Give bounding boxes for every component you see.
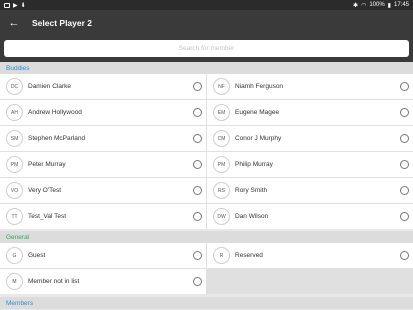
player-name: Dan Wilson — [235, 213, 269, 220]
list-item[interactable]: DW Dan Wilson — [207, 204, 413, 229]
section-header-buddies: Buddies — [0, 62, 413, 74]
list-item[interactable]: CM Conor J Murphy — [207, 126, 413, 151]
player-name: Guest — [28, 252, 46, 259]
empty-cell — [207, 269, 413, 294]
clock: 17:45 — [393, 2, 409, 8]
select-radio[interactable] — [193, 277, 202, 286]
select-radio[interactable] — [193, 212, 202, 221]
app-bar: ← Select Player 2 — [0, 10, 413, 36]
select-radio[interactable] — [400, 134, 409, 143]
back-button[interactable]: ← — [1, 10, 27, 36]
avatar: PM — [213, 156, 230, 173]
list-item[interactable]: R Reserved — [207, 243, 413, 268]
list-item[interactable]: M Member not in list — [0, 269, 206, 294]
buddies-list: DC Damien Clarke NF Niamh Ferguson AH An… — [0, 74, 413, 229]
player-name: Niamh Ferguson — [235, 83, 284, 90]
page-title: Select Player 2 — [32, 18, 93, 28]
avatar: EM — [213, 104, 230, 121]
search-bar: Search for member — [0, 36, 413, 62]
player-name: Andrew Hollywood — [28, 109, 82, 116]
select-radio[interactable] — [400, 251, 409, 260]
select-radio[interactable] — [193, 160, 202, 169]
avatar: NF — [213, 78, 230, 95]
avatar: VO — [6, 182, 23, 199]
list-item[interactable]: RS Rory Smith — [207, 178, 413, 203]
list-item[interactable]: DC Damien Clarke — [0, 74, 206, 99]
avatar: DC — [6, 78, 23, 95]
list-item[interactable]: AH Andrew Hollywood — [0, 100, 206, 125]
player-name: Member not in list — [28, 278, 80, 285]
list-item[interactable]: SM Stephen McParland — [0, 126, 206, 151]
player-name: Rory Smith — [235, 187, 268, 194]
select-radio[interactable] — [400, 82, 409, 91]
download-icon: ⬇ — [20, 2, 26, 9]
list-item[interactable]: VO Very O'Test — [0, 178, 206, 203]
select-radio[interactable] — [193, 251, 202, 260]
avatar: TT — [6, 208, 23, 225]
player-name: Eugene Magee — [235, 109, 280, 116]
list-item[interactable]: PM Philip Murray — [207, 152, 413, 177]
list-item[interactable]: EM Eugene Magee — [207, 100, 413, 125]
player-name: Peter Murray — [28, 161, 66, 168]
gallery-icon — [4, 2, 10, 8]
avatar: RS — [213, 182, 230, 199]
select-radio[interactable] — [193, 82, 202, 91]
player-name: Conor J Murphy — [235, 135, 282, 142]
avatar: PM — [6, 156, 23, 173]
player-name: Test_Val Test — [28, 213, 67, 220]
select-radio[interactable] — [400, 186, 409, 195]
select-radio[interactable] — [400, 160, 409, 169]
status-bar: ▶ ⬇ ✱ ◠ 100% ▮ 17:45 — [0, 0, 413, 10]
battery-text: 100% — [369, 2, 385, 8]
select-radio[interactable] — [193, 186, 202, 195]
player-name: Very O'Test — [28, 187, 62, 194]
select-radio[interactable] — [193, 134, 202, 143]
select-radio[interactable] — [400, 212, 409, 221]
section-header-members: Members — [0, 297, 413, 309]
arrow-left-icon: ← — [8, 17, 20, 29]
select-radio[interactable] — [193, 108, 202, 117]
player-name: Damien Clarke — [28, 83, 71, 90]
list-item[interactable]: TT Test_Val Test — [0, 204, 206, 229]
search-input[interactable]: Search for member — [4, 40, 409, 57]
avatar: CM — [213, 130, 230, 147]
list-item[interactable]: PM Peter Murray — [0, 152, 206, 177]
player-name: Reserved — [235, 252, 263, 259]
battery-icon: ▮ — [387, 2, 391, 9]
list-item[interactable]: NF Niamh Ferguson — [207, 74, 413, 99]
player-name: Stephen McParland — [28, 135, 86, 142]
section-header-general: General — [0, 231, 413, 243]
select-radio[interactable] — [400, 108, 409, 117]
avatar: DW — [213, 208, 230, 225]
play-icon: ▶ — [13, 2, 18, 9]
wifi-icon: ◠ — [361, 2, 367, 9]
avatar: R — [213, 247, 230, 264]
general-list: G Guest R Reserved M Member not in list — [0, 243, 413, 294]
list-item[interactable]: G Guest — [0, 243, 206, 268]
player-name: Philip Murray — [235, 161, 273, 168]
avatar: G — [6, 247, 23, 264]
bluetooth-icon: ✱ — [353, 2, 359, 9]
avatar: M — [6, 273, 23, 290]
avatar: AH — [6, 104, 23, 121]
avatar: SM — [6, 130, 23, 147]
